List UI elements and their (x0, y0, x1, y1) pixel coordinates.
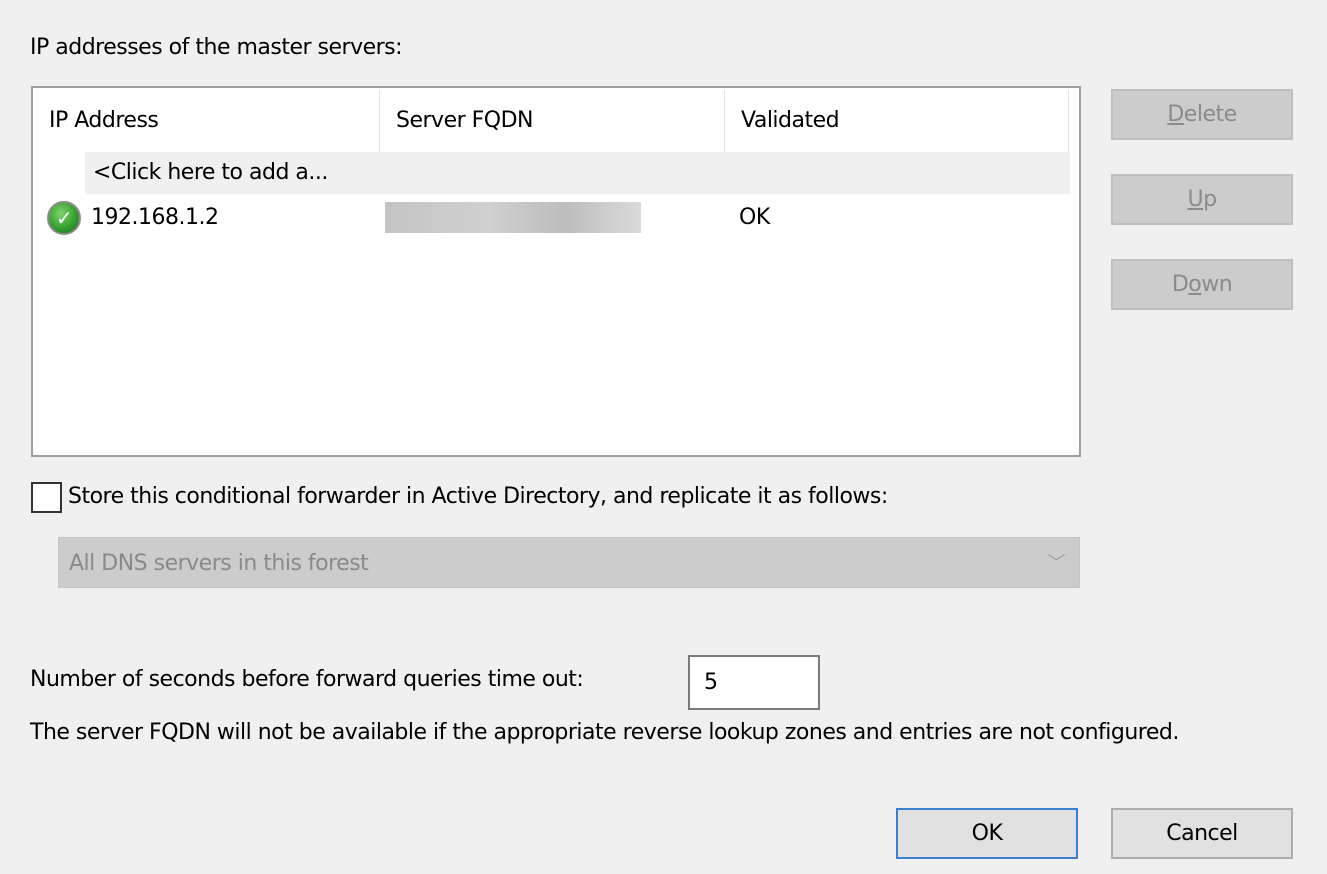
ip-cell: 192.168.1.2 (91, 205, 219, 230)
list-header: IP Address Server FQDN Validated (33, 90, 1069, 152)
replication-select[interactable]: All DNS servers in this forest ﹀ (58, 537, 1080, 588)
down-button[interactable]: Down (1111, 259, 1293, 310)
master-servers-label: IP addresses of the master servers: (30, 35, 403, 60)
timeout-label: Number of seconds before forward queries… (30, 667, 584, 692)
label: elete (1183, 102, 1237, 127)
fqdn-note: The server FQDN will not be available if… (30, 720, 1179, 745)
store-in-ad-checkbox[interactable] (31, 482, 62, 513)
label: D (1171, 272, 1189, 297)
master-servers-list[interactable]: IP Address Server FQDN Validated <Click … (31, 86, 1081, 457)
add-row[interactable]: <Click here to add a... (85, 152, 1070, 194)
column-server-fqdn[interactable]: Server FQDN (380, 90, 725, 152)
mnemonic: D (1167, 102, 1184, 127)
cancel-button[interactable]: Cancel (1111, 808, 1293, 859)
column-validated[interactable]: Validated (725, 90, 1069, 152)
column-ip-address[interactable]: IP Address (33, 90, 380, 152)
mnemonic: o (1188, 272, 1202, 297)
ok-button[interactable]: OK (896, 808, 1078, 859)
store-in-ad-label: Store this conditional forwarder in Acti… (68, 484, 888, 509)
mnemonic: U (1187, 187, 1204, 212)
select-value: All DNS servers in this forest (69, 551, 369, 576)
fqdn-redacted (385, 202, 641, 233)
delete-button[interactable]: Delete (1111, 89, 1293, 140)
table-row[interactable]: ✓ 192.168.1.2 OK (33, 198, 1069, 238)
green-check-icon: ✓ (47, 201, 81, 235)
validated-cell: OK (739, 205, 770, 230)
timeout-input[interactable]: 5 (688, 655, 820, 710)
up-button[interactable]: Up (1111, 174, 1293, 225)
label: p (1203, 187, 1217, 212)
chevron-down-icon: ﹀ (1047, 553, 1066, 574)
label: wn (1201, 272, 1233, 297)
